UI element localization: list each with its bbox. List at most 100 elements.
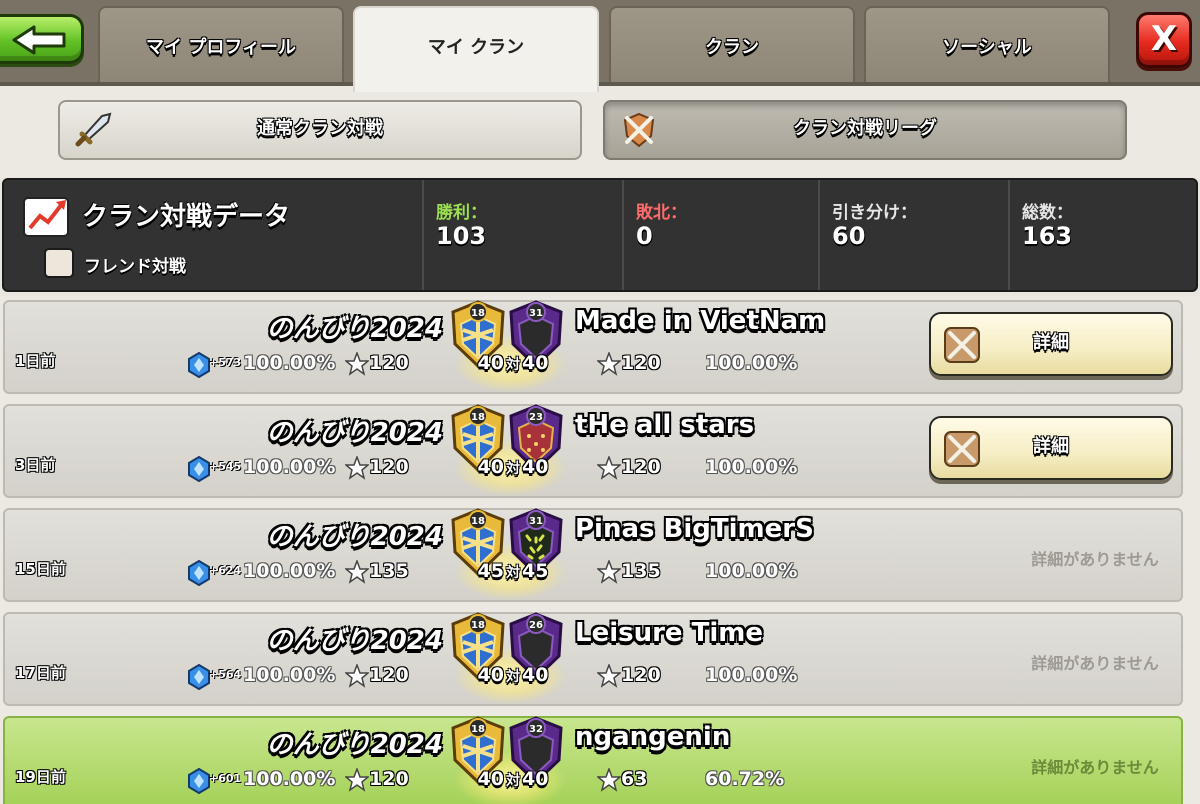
- star-icon: [345, 560, 369, 584]
- war-time-ago: 3日前: [15, 456, 56, 474]
- opponent-clan-name: Pinas BigTimerS: [575, 514, 814, 544]
- clan-war-league-button[interactable]: クラン対戦リーグ: [603, 100, 1127, 160]
- war-size: 45 対 45: [463, 560, 563, 582]
- opponent-destruction-pct: 100.00%: [705, 456, 798, 478]
- top-tab-bar: マイ プロフィール マイ クラン クラン ソーシャル X: [0, 0, 1200, 92]
- wins-label: 勝利：: [436, 203, 487, 223]
- my-war-size: 40: [477, 456, 504, 478]
- wins-value: 103: [436, 222, 487, 250]
- crossed-swords-shield-icon: [623, 112, 655, 148]
- chart-up-icon: [23, 197, 69, 237]
- war-size: 40 対 40: [463, 456, 563, 478]
- no-detail-label: 詳細がありません: [1031, 550, 1159, 569]
- opponent-clan-name: Made in VietNam: [575, 306, 826, 336]
- no-detail-label: 詳細がありません: [1031, 758, 1159, 777]
- clan-war-log-screen: マイ プロフィール マイ クラン クラン ソーシャル X 通常クラン対戦 クラン…: [0, 0, 1200, 804]
- total-value: 163: [1022, 222, 1073, 250]
- opp-war-size: 45: [522, 560, 549, 582]
- star-icon: [597, 352, 621, 376]
- clan-xp-icon: [188, 664, 210, 690]
- tab-my-clan[interactable]: マイ クラン: [353, 6, 599, 92]
- war-row: 17日前 +564 100.00% 120 のんびり2024 18 26 40 対…: [3, 612, 1183, 706]
- stat-wins: 勝利： 103: [422, 180, 622, 290]
- draws-label: 引き分け：: [832, 203, 917, 223]
- opponent-stars: 135: [621, 560, 661, 582]
- clan-xp-value: +545: [209, 460, 242, 473]
- war-row: 19日前 +601 100.00% 120 のんびり2024 18 32 40 対…: [3, 716, 1183, 804]
- star-icon: [345, 768, 369, 792]
- opp-war-size: 40: [522, 456, 549, 478]
- my-stars: 120: [369, 664, 409, 686]
- tab-clan[interactable]: クラン: [609, 6, 855, 86]
- opponent-stars: 63: [621, 768, 648, 790]
- vs-label: 対: [506, 669, 520, 685]
- svg-text:31: 31: [529, 308, 543, 319]
- vs-label: 対: [506, 461, 520, 477]
- svg-text:18: 18: [471, 620, 485, 631]
- tab-social[interactable]: ソーシャル: [864, 6, 1110, 86]
- war-time-ago: 17日前: [15, 664, 66, 682]
- crossed-swords-icon: [944, 431, 980, 467]
- my-destruction-pct: 100.00%: [243, 456, 336, 478]
- opponent-destruction-pct: 100.00%: [705, 560, 798, 582]
- opponent-stars: 120: [621, 664, 661, 686]
- my-destruction-pct: 100.00%: [243, 664, 336, 686]
- war-stats-panel: クラン対戦データ フレンド対戦 勝利： 103 敗北： 0 引き分け： 60 総…: [2, 178, 1198, 292]
- war-time-ago: 19日前: [15, 768, 66, 786]
- close-button[interactable]: X: [1136, 12, 1192, 68]
- my-stars: 135: [369, 560, 409, 582]
- my-clan-name: のんびり2024: [266, 730, 443, 760]
- star-icon: [345, 664, 369, 688]
- stat-losses: 敗北： 0: [622, 180, 818, 290]
- svg-text:31: 31: [529, 516, 543, 527]
- sword-icon: [75, 112, 112, 147]
- svg-text:18: 18: [471, 308, 485, 319]
- war-row: 15日前 +624 100.00% 135 のんびり2024 18 31 45 …: [3, 508, 1183, 602]
- svg-text:18: 18: [471, 516, 485, 527]
- svg-text:32: 32: [529, 724, 543, 735]
- crossed-swords-icon: [944, 327, 980, 363]
- my-destruction-pct: 100.00%: [243, 352, 336, 374]
- clan-xp-value: +601: [209, 772, 242, 785]
- clan-xp-icon: [188, 768, 210, 794]
- war-detail-button[interactable]: 詳細: [929, 416, 1173, 480]
- vs-label: 対: [506, 357, 520, 373]
- opp-war-size: 40: [522, 768, 549, 790]
- my-war-size: 40: [477, 664, 504, 686]
- star-icon: [345, 352, 369, 376]
- war-row: 3日前 +545 100.00% 120 のんびり2024 18 23 40 対…: [3, 404, 1183, 498]
- my-war-size: 40: [477, 352, 504, 374]
- war-detail-button[interactable]: 詳細: [929, 312, 1173, 376]
- friend-war-checkbox[interactable]: [44, 248, 74, 278]
- svg-text:18: 18: [471, 412, 485, 423]
- clan-war-league-label: クラン対戦リーグ: [793, 118, 937, 139]
- war-time-ago: 1日前: [15, 352, 56, 370]
- my-stars: 120: [369, 456, 409, 478]
- detail-label: 詳細: [1033, 332, 1069, 353]
- opponent-destruction-pct: 60.72%: [705, 768, 785, 790]
- tab-my-profile[interactable]: マイ プロフィール: [98, 6, 344, 86]
- stat-draws: 引き分け： 60: [818, 180, 1008, 290]
- opp-war-size: 40: [522, 664, 549, 686]
- my-war-size: 40: [477, 768, 504, 790]
- svg-text:26: 26: [529, 620, 543, 631]
- opponent-destruction-pct: 100.00%: [705, 664, 798, 686]
- detail-label: 詳細: [1033, 436, 1069, 457]
- my-clan-name: のんびり2024: [266, 626, 443, 656]
- opponent-clan-name: Leisure Time: [575, 618, 763, 648]
- opp-war-size: 40: [522, 352, 549, 374]
- stats-title: クラン対戦データ: [82, 202, 291, 232]
- opponent-destruction-pct: 100.00%: [705, 352, 798, 374]
- my-war-size: 45: [477, 560, 504, 582]
- war-size: 40 対 40: [463, 664, 563, 686]
- opponent-stars: 120: [621, 456, 661, 478]
- back-arrow-icon: [12, 25, 66, 55]
- war-row: 1日前 +573 100.00% 120 のんびり2024 18 31 40 対 4…: [3, 300, 1183, 394]
- clan-xp-icon: [188, 456, 210, 482]
- losses-label: 敗北：: [636, 203, 687, 223]
- normal-clan-war-button[interactable]: 通常クラン対戦: [58, 100, 582, 160]
- vs-label: 対: [506, 565, 520, 581]
- svg-text:23: 23: [529, 412, 543, 423]
- my-destruction-pct: 100.00%: [243, 560, 336, 582]
- back-button[interactable]: [0, 14, 84, 64]
